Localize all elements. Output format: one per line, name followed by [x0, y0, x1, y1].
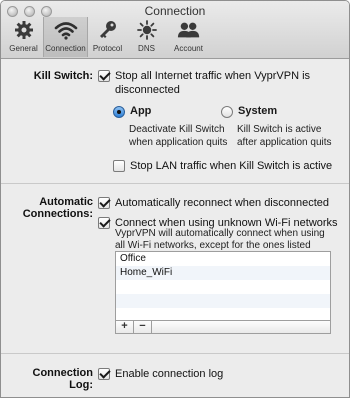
kill-switch-app-radio-row[interactable]: App: [113, 105, 151, 118]
tab-dns-label: DNS: [138, 44, 155, 53]
section-divider: [1, 353, 349, 354]
section-divider: [1, 183, 349, 184]
kill-switch-system-radio-row[interactable]: System: [221, 105, 277, 118]
window-title: Connection: [144, 4, 206, 18]
connection-preferences-pane: Kill Switch: Stop all Internet traffic w…: [1, 60, 349, 397]
list-footer-bar: + −: [115, 320, 331, 334]
remove-network-button[interactable]: −: [134, 321, 152, 333]
wifi-icon: [54, 19, 78, 41]
kill-switch-system-title: System: [238, 105, 278, 117]
stop-lan-traffic-label: Stop LAN traffic when Kill Switch is act…: [130, 160, 333, 172]
enable-log-label: Enable connection log: [115, 368, 224, 380]
kill-switch-system-description: Kill Switch is active after application …: [237, 124, 332, 148]
stop-all-traffic-checkbox[interactable]: [98, 70, 110, 82]
gear-icon: [12, 19, 36, 41]
kill-switch-label: Kill Switch:: [33, 70, 93, 82]
stop-lan-traffic-checkbox-row[interactable]: Stop LAN traffic when Kill Switch is act…: [113, 159, 332, 173]
tab-connection-label: Connection: [45, 44, 86, 53]
preferences-window: Connection General Connection Protocol D…: [0, 0, 350, 398]
tab-account[interactable]: Account: [166, 17, 211, 57]
empty-list-row: [116, 294, 330, 308]
tab-dns[interactable]: DNS: [127, 17, 166, 57]
list-item[interactable]: Office: [116, 252, 330, 266]
title-bar: Connection General Connection Protocol D…: [1, 1, 349, 59]
stop-all-traffic-label: Stop all Internet traffic when VyprVPN i…: [115, 70, 311, 96]
tab-general[interactable]: General: [4, 17, 43, 57]
stop-lan-traffic-checkbox[interactable]: [113, 160, 125, 172]
kill-switch-app-title: App: [130, 105, 152, 117]
connection-log-label: Connection Log:: [32, 367, 94, 391]
kill-switch-app-radio[interactable]: [113, 106, 125, 118]
excluded-networks-list[interactable]: Office Home_WiFi: [115, 251, 331, 320]
add-network-button[interactable]: +: [116, 321, 134, 333]
unknown-wifi-checkbox[interactable]: [98, 217, 110, 229]
automatic-connections-label: Automatic Connections:: [22, 196, 93, 220]
users-icon: [177, 19, 201, 41]
enable-log-checkbox-row[interactable]: Enable connection log: [98, 367, 223, 381]
tab-protocol-label: Protocol: [92, 44, 123, 53]
auto-reconnect-checkbox-row[interactable]: Automatically reconnect when disconnecte…: [98, 196, 329, 210]
empty-list-row: [116, 308, 330, 320]
kill-switch-system-radio[interactable]: [221, 106, 233, 118]
auto-reconnect-label: Automatically reconnect when disconnecte…: [115, 197, 330, 209]
tab-protocol[interactable]: Protocol: [88, 17, 127, 57]
preferences-toolbar: General Connection Protocol DNS Account: [1, 17, 211, 59]
key-icon: [96, 19, 120, 41]
tab-connection[interactable]: Connection: [43, 17, 88, 57]
empty-list-row: [116, 280, 330, 294]
enable-log-checkbox[interactable]: [98, 368, 110, 380]
auto-reconnect-checkbox[interactable]: [98, 197, 110, 209]
tab-account-label: Account: [174, 44, 203, 53]
tab-general-label: General: [9, 44, 38, 53]
kill-switch-app-description: Deactivate Kill Switch when application …: [129, 124, 228, 148]
list-item[interactable]: Home_WiFi: [116, 266, 330, 280]
sun-dns-icon: [135, 19, 159, 41]
stop-all-traffic-checkbox-row[interactable]: Stop all Internet traffic when VyprVPN i…: [98, 69, 328, 97]
